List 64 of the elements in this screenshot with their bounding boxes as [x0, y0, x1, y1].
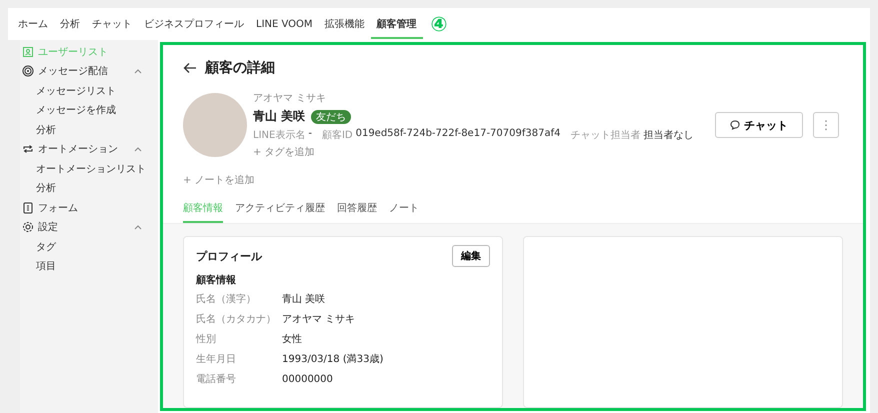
tab[interactable]: アクティビティ履歴: [235, 197, 325, 223]
sidebar-item[interactable]: オートメーション: [20, 140, 158, 159]
tab[interactable]: ノート: [389, 197, 419, 223]
field-label: 性別: [196, 332, 217, 346]
sidebar-subitem[interactable]: 分析: [20, 120, 158, 140]
tab[interactable]: 回答履歴: [337, 197, 377, 223]
field-value: 00000000: [282, 374, 333, 384]
add-tag-link[interactable]: + タグを追加: [253, 145, 315, 159]
nav-tab[interactable]: チャット: [86, 9, 138, 39]
sidebar-subitem[interactable]: 項目: [20, 256, 158, 276]
back-arrow-icon[interactable]: [183, 62, 197, 74]
sidebar-item[interactable]: メッセージ配信: [20, 62, 158, 81]
nav-tab[interactable]: ビジネスプロフィール: [138, 9, 250, 39]
meta-value: -: [308, 128, 312, 141]
sidebar-item-label: ユーザーリスト: [38, 46, 109, 59]
chevron-icon[interactable]: [134, 68, 142, 74]
sidebar-subitem[interactable]: タグ: [20, 237, 158, 256]
speech-bubble-icon: [730, 120, 740, 130]
sidebar-item[interactable]: フォーム: [20, 198, 158, 218]
field-value: 女性: [282, 332, 302, 346]
sidebar-item-label: フォーム: [38, 202, 79, 215]
add-note-link[interactable]: + ノートを追加: [183, 173, 255, 187]
sidebar-item-label: オートメーション: [38, 143, 119, 156]
sidebar-item-icon: [22, 46, 34, 58]
sidebar-item[interactable]: 設定: [20, 218, 158, 237]
customer-kana: アオヤマ ミサキ: [253, 92, 328, 105]
nav-tab[interactable]: LINE VOOM: [250, 10, 319, 38]
nav-tab[interactable]: 顧客管理: [370, 9, 423, 39]
meta-label: LINE表示名: [253, 128, 306, 142]
more-button[interactable]: ⋮: [813, 112, 839, 138]
sidebar-subitem[interactable]: オートメーションリスト: [20, 159, 158, 178]
nav-tab[interactable]: 分析: [54, 9, 86, 39]
sidebar-item-label: メッセージ配信: [38, 65, 109, 78]
sidebar-item-icon: [22, 143, 34, 156]
meta-label: 顧客ID: [322, 128, 353, 142]
sidebar-item-icon: [22, 202, 34, 214]
meta-label: チャット担当者: [570, 128, 640, 142]
sidebar-item-icon: [22, 65, 34, 78]
field-value: アオヤマ ミサキ: [282, 313, 356, 326]
meta-value: 担当者なし: [643, 128, 694, 142]
field-label: 氏名（漢字）: [196, 292, 257, 306]
chevron-icon[interactable]: [134, 224, 142, 230]
card-title: プロフィール: [196, 248, 262, 264]
sidebar-subitem[interactable]: メッセージを作成: [20, 100, 158, 120]
sidebar-item-label: 設定: [38, 220, 59, 234]
customer-name: 青山 美咲: [253, 108, 306, 125]
field-label: 電話番号: [196, 372, 237, 386]
chevron-icon[interactable]: [134, 146, 142, 152]
field-value: 青山 美咲: [282, 292, 326, 306]
sidebar-subitem[interactable]: 分析: [20, 178, 158, 198]
chat-button[interactable]: チャット: [715, 112, 803, 138]
sidebar-item-icon: [22, 221, 34, 234]
nav-tab[interactable]: ホーム: [12, 9, 54, 39]
sidebar-subitem[interactable]: メッセージリスト: [20, 81, 158, 100]
step-marker: ④: [430, 12, 448, 36]
nav-tab[interactable]: 拡張機能: [318, 9, 371, 39]
meta-value: 019ed58f-724b-722f-8e17-70709f387af4: [356, 128, 560, 141]
field-label: 生年月日: [196, 352, 237, 366]
page-title: 顧客の詳細: [205, 59, 275, 77]
edit-button[interactable]: 編集: [452, 245, 490, 267]
friend-badge: 友だち: [311, 110, 352, 124]
field-value: 1993/03/18 (満33歳): [282, 352, 384, 366]
field-label: 氏名（カタカナ）: [196, 312, 277, 326]
section-title: 顧客情報: [196, 273, 237, 287]
